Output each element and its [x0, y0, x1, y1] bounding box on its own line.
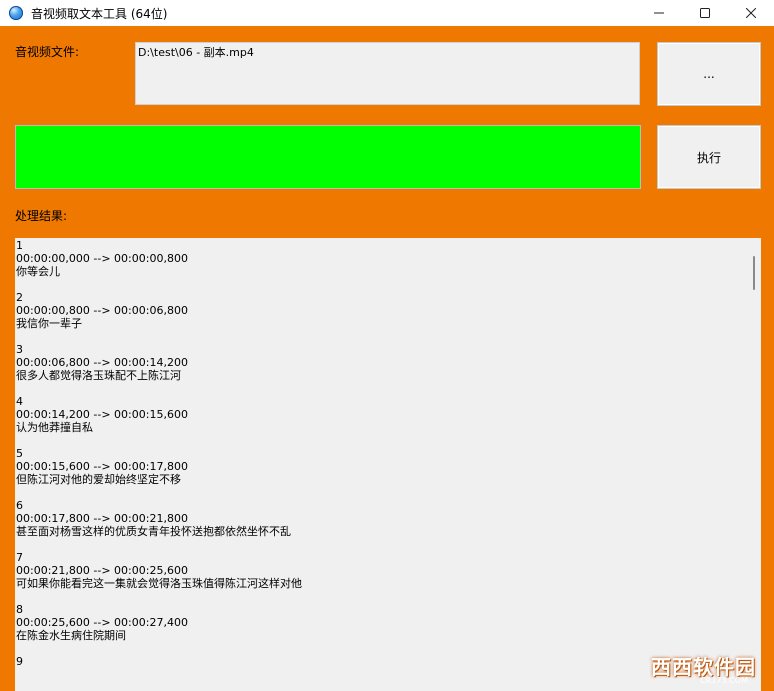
result-entry: 4 00:00:14,200 --> 00:00:15,600 认为他莽撞自私: [16, 395, 761, 434]
result-entry-index: 3: [16, 343, 23, 356]
maximize-button[interactable]: [682, 0, 728, 26]
title-bar[interactable]: 音视频取文本工具 (64位): [0, 0, 774, 26]
result-entry-time: 00:00:21,800 --> 00:00:25,600: [16, 564, 188, 577]
watermark-logo: 西西软件园 CR173.COM: [576, 647, 756, 686]
result-label: 处理结果:: [15, 209, 68, 223]
result-entry-index: 5: [16, 447, 23, 460]
browse-button[interactable]: ...: [657, 42, 761, 106]
result-entry-time: 00:00:14,200 --> 00:00:15,600: [16, 408, 188, 421]
result-entry: 8 00:00:25,600 --> 00:00:27,400 在陈金水生病住院期间: [16, 603, 761, 642]
progress-fill: [16, 126, 640, 188]
result-entry: 7 00:00:21,800 --> 00:00:25,600 可如果你能看完这一集…: [16, 551, 761, 590]
result-entry-time: 00:00:00,000 --> 00:00:00,800: [16, 252, 188, 265]
main-panel: 音视频文件: D:\test\06 - 副本.mp4 ... 执行 处理结果: …: [0, 26, 774, 691]
result-content: 1 00:00:00,000 --> 00:00:00,800 你等会儿 2 00:00…: [15, 238, 761, 668]
watermark-sub: CR173.COM: [700, 676, 748, 685]
file-path-field[interactable]: D:\test\06 - 副本.mp4: [135, 42, 640, 105]
close-button[interactable]: [728, 0, 774, 26]
result-entry-text: 很多人都觉得洛玉珠配不上陈江河: [16, 369, 181, 382]
file-label: 音视频文件:: [15, 45, 80, 59]
result-entry: 1 00:00:00,000 --> 00:00:00,800 你等会儿: [16, 239, 761, 278]
result-entry-text: 甚至面对杨雪这样的优质女青年投怀送抱都依然坐怀不乱: [16, 525, 291, 538]
minimize-icon: [654, 12, 664, 14]
result-entry-time: 00:00:25,600 --> 00:00:27,400: [16, 616, 188, 629]
vertical-scrollbar[interactable]: [749, 242, 759, 687]
result-entry-text: 但陈江河对他的爱却始终坚定不移: [16, 473, 181, 486]
result-entry: 2 00:00:00,800 --> 00:00:06,800 我信你一辈子: [16, 291, 761, 330]
result-entry-time: 00:00:15,600 --> 00:00:17,800: [16, 460, 188, 473]
result-entry-index: 1: [16, 239, 23, 252]
window-title: 音视频取文本工具 (64位): [31, 6, 168, 21]
result-entry-time: 00:00:17,800 --> 00:00:21,800: [16, 512, 188, 525]
result-entry-index: 6: [16, 499, 23, 512]
scroll-thumb[interactable]: [753, 256, 755, 290]
progress-bar: [15, 125, 641, 189]
result-entry-text: 在陈金水生病住院期间: [16, 629, 126, 642]
window-controls: [636, 0, 774, 26]
result-entry-time: 00:00:00,800 --> 00:00:06,800: [16, 304, 188, 317]
app-globe-icon: [9, 6, 23, 20]
maximize-icon: [700, 8, 710, 18]
result-entry-text: 认为他莽撞自私: [16, 421, 93, 434]
result-textarea[interactable]: 1 00:00:00,000 --> 00:00:00,800 你等会儿 2 00:00…: [15, 238, 761, 691]
result-entry-text: 你等会儿: [16, 265, 60, 278]
execute-button[interactable]: 执行: [657, 125, 761, 189]
result-entry: 5 00:00:15,600 --> 00:00:17,800 但陈江河对他的爱却始…: [16, 447, 761, 486]
result-entry: 3 00:00:06,800 --> 00:00:14,200 很多人都觉得洛玉珠配…: [16, 343, 761, 382]
result-entry: 6 00:00:17,800 --> 00:00:21,800 甚至面对杨雪这样的优…: [16, 499, 761, 538]
minimize-button[interactable]: [636, 0, 682, 26]
close-icon: [746, 8, 756, 18]
result-entry-text: 我信你一辈子: [16, 317, 82, 330]
result-entry-index: 7: [16, 551, 23, 564]
result-entry-index: 2: [16, 291, 23, 304]
result-entry-index: 8: [16, 603, 23, 616]
result-entry-time: 00:00:06,800 --> 00:00:14,200: [16, 356, 188, 369]
result-entry-index: 4: [16, 395, 23, 408]
result-entry-text: 可如果你能看完这一集就会觉得洛玉珠值得陈江河这样对他: [16, 577, 302, 590]
